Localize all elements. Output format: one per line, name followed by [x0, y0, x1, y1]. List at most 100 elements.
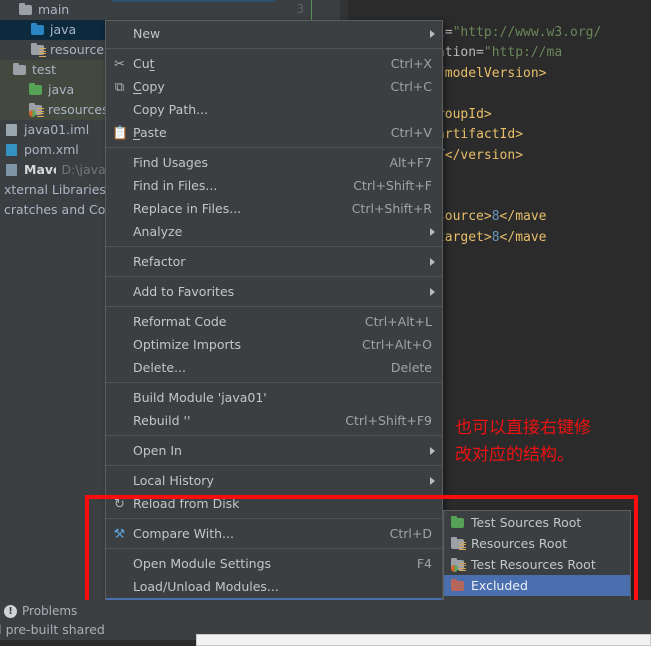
tree-item-pom-xml[interactable]: pom.xml — [0, 140, 112, 160]
tree-item-test[interactable]: test — [0, 60, 112, 80]
folder-grey-icon — [12, 63, 28, 77]
tool-window-problems-label: Problems — [22, 604, 78, 618]
tool-window-row[interactable]: ! Problems — [0, 600, 651, 622]
status-message: ad pre-built shared — [0, 622, 105, 637]
menu-item-label: Replace in Files... — [133, 201, 242, 216]
tree-item-label: java — [50, 22, 77, 37]
menu-item-rebuild-default[interactable]: Rebuild '' Ctrl+Shift+F9 — [106, 409, 442, 432]
tree-item-java01-iml[interactable]: java01.iml — [0, 120, 112, 140]
menu-item-shortcut: Alt+F7 — [389, 155, 432, 170]
menu-item-build-module-java01[interactable]: Build Module 'java01' — [106, 386, 442, 409]
submenu-item-excluded[interactable]: Excluded — [444, 575, 630, 596]
menu-item-shortcut: F4 — [416, 556, 432, 571]
folder-blue-icon — [30, 23, 46, 37]
tree-item-main[interactable]: main — [0, 0, 112, 20]
menu-item-label: Open Module Settings — [133, 556, 272, 571]
menu-item-label: Copy Path... — [133, 102, 209, 117]
menu-item-open-in[interactable]: Open In — [106, 439, 442, 462]
menu-item-cut[interactable]: ✂ Cut Ctrl+X — [106, 52, 442, 75]
chevron-right-icon — [430, 287, 435, 296]
chevron-right-icon — [430, 257, 435, 266]
folder-test-resources-icon — [28, 103, 44, 117]
submenu-item-label: Test Resources Root — [471, 557, 596, 572]
menu-item-shortcut: Ctrl+Shift+F9 — [345, 413, 432, 428]
menu-item-label: Reload from Disk — [133, 496, 240, 511]
menu-separator — [106, 435, 442, 436]
tree-item-java[interactable]: java — [0, 20, 112, 40]
menu-item-copy-path[interactable]: Copy Path... — [106, 98, 442, 121]
submenu-item-test-resources-root[interactable]: Test Resources Root — [444, 554, 630, 575]
menu-item-find-in-files[interactable]: Find in Files... Ctrl+Shift+F — [106, 174, 442, 197]
menu-item-optimize-imports[interactable]: Optimize Imports Ctrl+Alt+O — [106, 333, 442, 356]
menu-item-new[interactable]: New — [106, 22, 442, 45]
tree-item-cratches-and-consol[interactable]: cratches and Consol — [0, 200, 112, 220]
menu-separator — [106, 147, 442, 148]
module-icon — [4, 163, 20, 177]
folder-resources-icon — [450, 536, 466, 551]
menu-item-local-history[interactable]: Local History — [106, 469, 442, 492]
context-menu[interactable]: New ✂ Cut Ctrl+X ⧉ Copy Ctrl+C Copy Path... 📋 Pas… — [105, 20, 443, 646]
menu-item-delete[interactable]: Delete... Delete — [106, 356, 442, 379]
menu-item-compare-with[interactable]: ⚒ Compare With... Ctrl+D — [106, 522, 442, 545]
menu-separator — [106, 276, 442, 277]
menu-item-find-usages[interactable]: Find Usages Alt+F7 — [106, 151, 442, 174]
menu-item-shortcut: Ctrl+Alt+O — [362, 337, 432, 352]
project-tree[interactable]: main java resources test java resources java01… — [0, 0, 112, 600]
menu-item-shortcut: Ctrl+Alt+L — [364, 314, 432, 329]
menu-item-open-module-settings[interactable]: Open Module Settings F4 — [106, 552, 442, 575]
menu-item-label: New — [133, 26, 161, 41]
bottom-white-panel — [196, 634, 651, 646]
submenu-item-label: Test Sources Root — [471, 515, 582, 530]
menu-item-label: Open In — [133, 443, 182, 458]
menu-item-shortcut: Delete — [390, 360, 432, 375]
menu-item-reload-from-disk[interactable]: ↻ Reload from Disk — [106, 492, 442, 515]
menu-item-label: Compare With... — [133, 526, 234, 541]
scissors-icon: ✂ — [114, 56, 125, 72]
menu-item-copy[interactable]: ⧉ Copy Ctrl+C — [106, 75, 442, 98]
tool-window-problems[interactable]: ! Problems — [4, 604, 77, 618]
xml-file-icon — [4, 143, 20, 157]
menu-item-reformat-code[interactable]: Reformat Code Ctrl+Alt+L — [106, 310, 442, 333]
menu-item-label: Local History — [133, 473, 214, 488]
menu-item-label: Build Module 'java01' — [133, 390, 267, 405]
menu-item-label: Load/Unload Modules... — [133, 579, 279, 594]
menu-item-analyze[interactable]: Analyze — [106, 220, 442, 243]
submenu-item-label: Excluded — [471, 578, 528, 593]
tree-item-label: xternal Libraries — [4, 182, 106, 197]
menu-item-add-to-favorites[interactable]: Add to Favorites — [106, 280, 442, 303]
folder-red-icon — [450, 578, 466, 593]
menu-item-refactor[interactable]: Refactor — [106, 250, 442, 273]
menu-item-shortcut: Ctrl+Shift+F — [353, 178, 432, 193]
chevron-right-icon — [430, 227, 435, 236]
tree-item-java[interactable]: java — [0, 80, 112, 100]
menu-separator — [106, 518, 442, 519]
menu-item-paste[interactable]: 📋 Paste Ctrl+V — [106, 121, 442, 144]
menu-item-replace-in-files[interactable]: Replace in Files... Ctrl+Shift+R — [106, 197, 442, 220]
folder-grey-icon — [18, 3, 34, 17]
tab-selection-bar — [112, 0, 275, 2]
menu-item-shortcut: Ctrl+X — [390, 56, 432, 71]
folder-resources-icon — [30, 43, 46, 57]
folder-green-icon — [450, 515, 466, 530]
menu-item-load-unload-modules[interactable]: Load/Unload Modules... — [106, 575, 442, 598]
submenu-item-test-sources-root[interactable]: Test Sources Root — [444, 512, 630, 533]
line-number-label: 3 — [296, 2, 304, 16]
menu-item-shortcut: Ctrl+C — [390, 79, 432, 94]
menu-item-label: Rebuild '' — [133, 413, 191, 428]
tree-item-xternal-libraries[interactable]: xternal Libraries — [0, 180, 112, 200]
folder-test-resources-icon — [450, 557, 466, 572]
submenu-item-resources-root[interactable]: Resources Root — [444, 533, 630, 554]
menu-item-label: Optimize Imports — [133, 337, 242, 352]
menu-item-label: Find in Files... — [133, 178, 218, 193]
menu-separator — [106, 246, 442, 247]
tree-item-resources[interactable]: resources — [0, 100, 112, 120]
tree-item-resources[interactable]: resources — [0, 40, 112, 60]
menu-separator — [106, 548, 442, 549]
compare-icon: ⚒ — [113, 526, 126, 542]
problems-icon: ! — [4, 604, 17, 618]
tree-item-maventest[interactable]: MavenTestD:\java_ — [0, 160, 112, 180]
menu-item-label: Analyze — [133, 224, 183, 239]
iml-file-icon — [4, 123, 20, 137]
editor-tab-strip[interactable]: 3 — [112, 0, 340, 22]
tree-item-label: resources — [48, 102, 109, 117]
